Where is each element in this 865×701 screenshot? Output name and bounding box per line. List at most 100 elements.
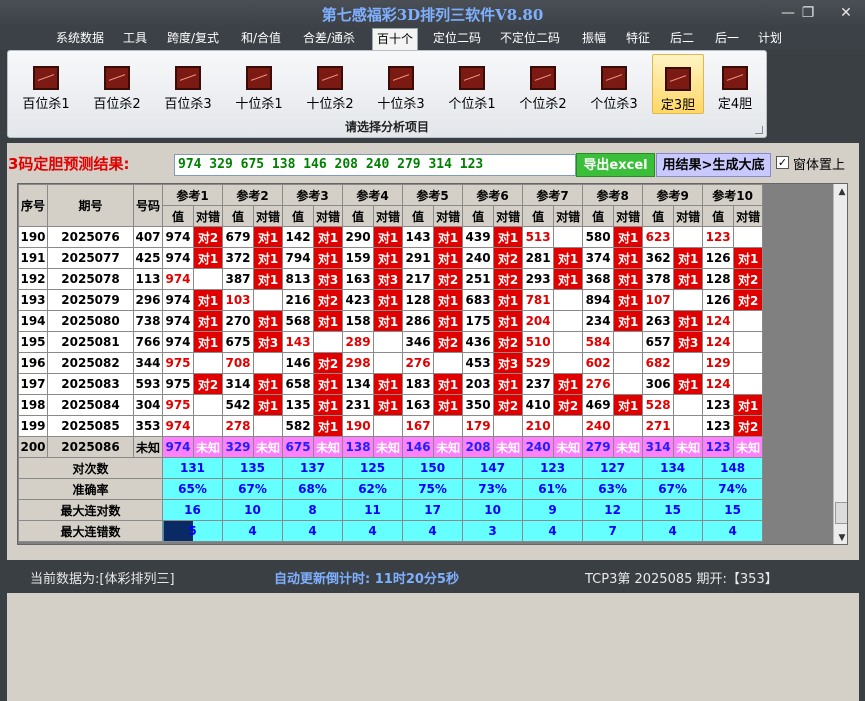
table-row[interactable]: 195 2025081 766 974 对1 675 对3 143 289 346 对2 436 对2 5… [18, 331, 764, 353]
ribbon-btn-hundreds-kill-2[interactable]: 百位杀2 [86, 54, 148, 114]
chart-icon [33, 66, 59, 90]
cell-value: 894 [582, 289, 615, 311]
stats-row: 对次数 131 135 137 125 150 147 123 127 134 148 [18, 457, 764, 479]
header-value: 值 [582, 205, 615, 227]
stats-value: 147 [462, 457, 524, 479]
maximize-button[interactable]: ❐ [798, 4, 818, 22]
cell-value: 279 [582, 436, 615, 458]
ribbon-btn-units-kill-2[interactable]: 个位杀2 [512, 54, 574, 114]
cell-value: 251 [462, 268, 495, 290]
ribbon-btn-tens-kill-2[interactable]: 十位杀2 [299, 54, 361, 114]
cell-value: 126 [702, 247, 735, 269]
header-ref-group: 参考9 [642, 184, 704, 206]
dialog-launcher-icon[interactable] [755, 126, 763, 134]
cell-value: 146 [282, 352, 315, 374]
table-row[interactable]: 199 2025085 353 974 278 582 对1 190 167 179 210 240 2… [18, 415, 764, 437]
menu-diff[interactable]: 合差/通杀 [303, 28, 355, 50]
ribbon-btn-units-kill-3[interactable]: 个位杀3 [583, 54, 645, 114]
table-row[interactable]: 198 2025084 304 975 542 对1 135 对1 231 对1 163 对1 350 对… [18, 394, 764, 416]
close-button[interactable]: ✕ [836, 4, 856, 22]
ribbon-btn-fix-3[interactable]: 定3胆 [652, 54, 704, 114]
result-field[interactable]: 974 329 675 138 146 208 240 279 314 123 [174, 154, 576, 176]
cell-value: 568 [282, 310, 315, 332]
cell-value: 974 [162, 268, 194, 290]
menu-span[interactable]: 跨度/复式 [167, 28, 219, 50]
cell-hit: 对1 [493, 373, 524, 395]
table-row[interactable]: 200 2025086 未知 974 未知 329 未知 675 未知 138 未知 146 未知 208… [18, 436, 764, 458]
header-hit: 对错 [253, 205, 284, 227]
header-hit: 对错 [553, 205, 584, 227]
menu-last-one[interactable]: 后一 [715, 28, 739, 50]
vertical-scrollbar[interactable]: ▲ ▼ [833, 184, 847, 544]
table-row[interactable]: 197 2025083 593 975 对2 314 对1 658 对1 134 对1 183 对1 20… [18, 373, 764, 395]
cell-value: 362 [642, 247, 675, 269]
cell-hit: 对3 [313, 268, 344, 290]
cell-seq: 199 [18, 415, 48, 437]
scroll-down-icon[interactable]: ▼ [834, 530, 847, 544]
header-hit: 对错 [493, 205, 524, 227]
cell-hit: 对1 [493, 289, 524, 311]
cell-hit: 对1 [493, 310, 524, 332]
data-grid[interactable]: 序号 期号 号码 参考1 参考2 参考3 参考4 参考5 参考6 参考7 参考8 参考9 参考10 值对错… [17, 183, 848, 545]
generate-base-button[interactable]: 用结果>生成大底 [656, 153, 771, 177]
table-row[interactable]: 190 2025076 407 974 对2 679 对1 142 对1 290 对1 143 对1 43… [18, 226, 764, 248]
table-row[interactable]: 191 2025077 425 974 对1 372 对1 794 对1 159 对1 291 对1 24… [18, 247, 764, 269]
menu-sum[interactable]: 和/合值 [241, 28, 281, 50]
menu-unfixed-two[interactable]: 不定位二码 [500, 28, 560, 50]
cell-hit [493, 415, 524, 437]
cell-value: 708 [222, 352, 255, 374]
ribbon-btn-units-kill-1[interactable]: 个位杀1 [441, 54, 503, 114]
cell-hit [192, 415, 224, 437]
menu-amplitude[interactable]: 振幅 [582, 28, 606, 50]
cell-value: 270 [222, 310, 255, 332]
cell-value: 123 [702, 394, 735, 416]
menu-plan[interactable]: 计划 [758, 28, 782, 50]
cell-value: 237 [522, 373, 555, 395]
scroll-thumb[interactable] [835, 502, 847, 524]
table-row[interactable]: 192 2025078 113 974 387 对1 813 对3 163 对3 217 对2 251 对… [18, 268, 764, 290]
export-excel-button[interactable]: 导出excel [576, 153, 655, 177]
cell-value: 679 [222, 226, 255, 248]
ribbon-btn-fix-4[interactable]: 定4胆 [708, 54, 762, 114]
cell-value: 975 [162, 373, 194, 395]
stats-value: 4 [522, 520, 584, 542]
cell-value: 123 [702, 226, 735, 248]
cell-hit: 对3 [493, 352, 524, 374]
cell-value: 290 [342, 226, 375, 248]
cell-value: 124 [702, 331, 735, 353]
cell-value: 510 [522, 331, 555, 353]
ribbon-btn-tens-kill-3[interactable]: 十位杀3 [370, 54, 432, 114]
menu-tools[interactable]: 工具 [123, 28, 147, 50]
minimize-button[interactable]: — [778, 4, 798, 22]
cell-hit: 对1 [313, 415, 344, 437]
cell-value: 271 [642, 415, 675, 437]
cell-value: 134 [342, 373, 375, 395]
scroll-up-icon[interactable]: ▲ [834, 184, 847, 200]
menu-fixed-two[interactable]: 定位二码 [433, 28, 481, 50]
ribbon-btn-hundreds-kill-1[interactable]: 百位杀1 [15, 54, 77, 114]
header-value: 值 [282, 205, 315, 227]
cell-hit [253, 289, 284, 311]
menu-last-two[interactable]: 后二 [670, 28, 694, 50]
ribbon-btn-tens-kill-1[interactable]: 十位杀1 [228, 54, 290, 114]
cell-value: 234 [582, 310, 615, 332]
cell-value: 528 [642, 394, 675, 416]
menu-position[interactable]: 百十个 [372, 28, 419, 50]
cell-value: 374 [582, 247, 615, 269]
cell-seq: 191 [18, 247, 48, 269]
table-row[interactable]: 196 2025082 344 975 708 146 对2 298 276 453 对3 529 60… [18, 352, 764, 374]
header-hit: 对错 [192, 205, 224, 227]
pin-window-checkbox[interactable]: ✓ [776, 156, 789, 169]
cell-period: 2025081 [47, 331, 134, 353]
ribbon-btn-hundreds-kill-3[interactable]: 百位杀3 [157, 54, 219, 114]
menu-system-data[interactable]: 系统数据 [56, 28, 104, 50]
menu-feature[interactable]: 特征 [626, 28, 650, 50]
table-row[interactable]: 194 2025080 738 974 对1 270 对1 568 对1 158 对1 286 对1 17… [18, 310, 764, 332]
stats-value: 11 [342, 499, 404, 521]
cell-hit [253, 352, 284, 374]
header-value: 值 [222, 205, 255, 227]
result-label: 3码定胆预测结果: [8, 155, 130, 173]
cell-hit: 对1 [733, 247, 764, 269]
table-row[interactable]: 193 2025079 296 974 对1 103 216 对2 423 对1 128 对1 683 对… [18, 289, 764, 311]
stats-value: 61% [522, 478, 584, 500]
